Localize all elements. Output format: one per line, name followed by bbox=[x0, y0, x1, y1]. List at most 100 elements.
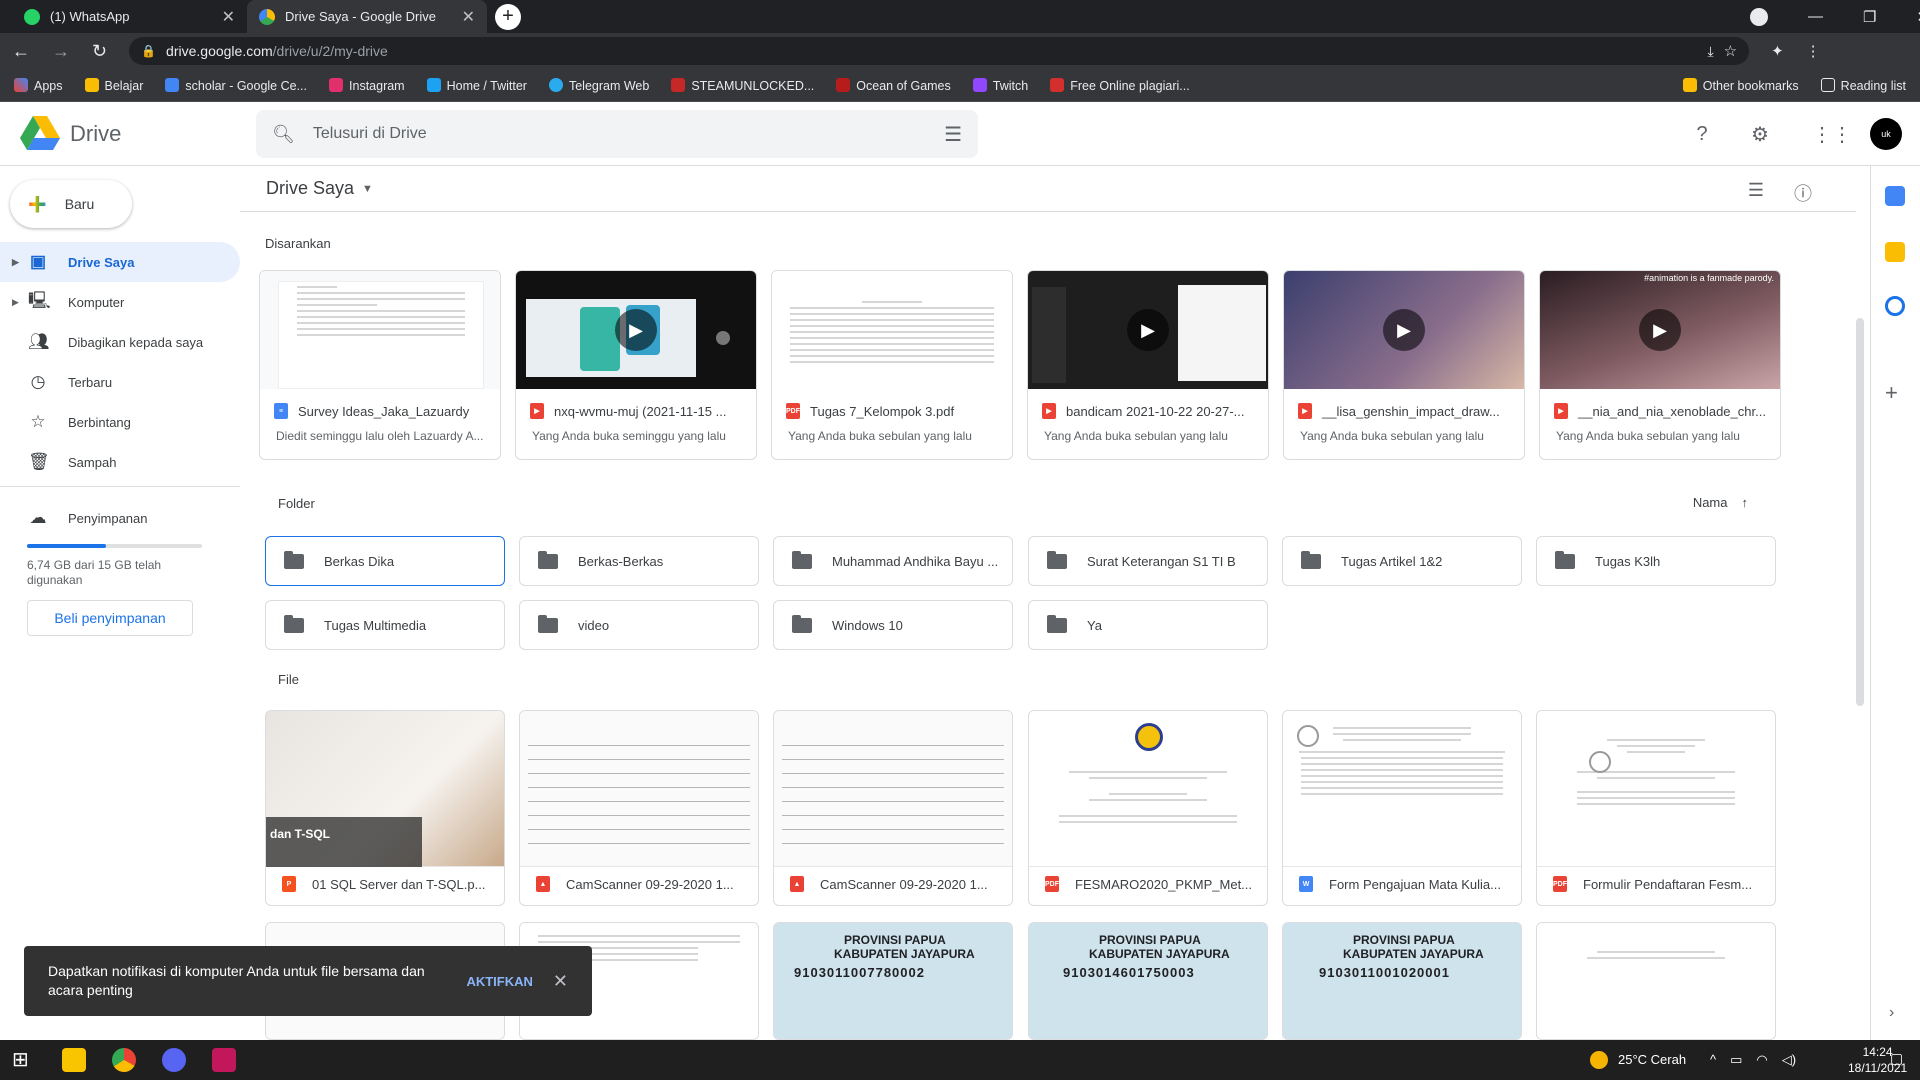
search-icon[interactable]: 🔍︎ bbox=[272, 124, 295, 145]
extensions-icon[interactable]: ✦ bbox=[1771, 42, 1784, 60]
bookmark-scholar[interactable]: scholar - Google Ce... bbox=[165, 77, 307, 93]
battery-icon[interactable]: ▭ bbox=[1730, 1052, 1742, 1068]
folder-item[interactable]: Surat Keterangan S1 TI B bbox=[1028, 536, 1268, 586]
folder-item[interactable]: Tugas Multimedia bbox=[265, 600, 505, 650]
enable-notifications-button[interactable]: AKTIFKAN bbox=[466, 974, 532, 989]
bookmark-twitter[interactable]: Home / Twitter bbox=[426, 77, 527, 93]
vivaldi-icon[interactable] bbox=[212, 1048, 236, 1072]
new-tab-button[interactable]: + bbox=[495, 4, 521, 30]
bookmark-apps[interactable]: Apps bbox=[14, 77, 63, 93]
chrome-icon[interactable] bbox=[112, 1048, 136, 1072]
volume-icon[interactable]: ◁) bbox=[1782, 1052, 1796, 1068]
close-icon[interactable]: ✕ bbox=[553, 971, 568, 992]
expand-panel-icon[interactable]: › bbox=[1889, 1004, 1894, 1022]
file-card[interactable]: W Form Pengajuan Mata Kulia... bbox=[1282, 710, 1522, 906]
bookmark-belajar[interactable]: Belajar bbox=[84, 77, 143, 93]
sort-control[interactable]: Nama ↑ bbox=[1693, 495, 1748, 510]
file-card[interactable]: PROVINSI PAPUA KABUPATEN JAYAPURA 910301… bbox=[773, 922, 1013, 1040]
sidebar-item-starred[interactable]: ☆ Berbintang bbox=[0, 402, 240, 442]
reload-icon[interactable]: ↻ bbox=[92, 41, 107, 62]
bookmark-twitch[interactable]: Twitch bbox=[972, 77, 1028, 93]
back-icon[interactable]: ← bbox=[12, 41, 30, 62]
sort-arrow-up-icon[interactable]: ↑ bbox=[1742, 495, 1749, 510]
dropdown-arrow-icon[interactable]: ▼ bbox=[362, 183, 373, 195]
suggested-card[interactable]: ≡ Survey Ideas_Jaka_Lazuardy Diedit semin… bbox=[259, 270, 501, 460]
folder-item[interactable]: Berkas Dika bbox=[265, 536, 505, 586]
apps-grid-icon[interactable]: ⋮⋮ bbox=[1812, 114, 1852, 154]
tab-google-drive[interactable]: Drive Saya - Google Drive ✕ bbox=[247, 0, 487, 33]
settings-gear-icon[interactable]: ⚙ bbox=[1740, 114, 1780, 154]
wifi-icon[interactable]: ◠ bbox=[1756, 1052, 1767, 1068]
bookmark-ocean-of-games[interactable]: Ocean of Games bbox=[836, 77, 951, 93]
other-bookmarks[interactable]: Other bookmarks bbox=[1682, 77, 1799, 93]
folder-item[interactable]: Ya bbox=[1028, 600, 1268, 650]
sidebar-item-my-drive[interactable]: ▶ ▣ Drive Saya bbox=[0, 242, 240, 282]
sidebar-item-computers[interactable]: ▶ 🖳 Komputer bbox=[0, 282, 240, 322]
close-window-icon[interactable]: ✕ bbox=[1916, 8, 1920, 26]
folder-item[interactable]: Muhammad Andhika Bayu ... bbox=[773, 536, 1013, 586]
reading-list[interactable]: Reading list bbox=[1820, 77, 1906, 93]
file-card[interactable]: ▲ CamScanner 09-29-2020 1... bbox=[519, 710, 759, 906]
search-options-icon[interactable]: ☰ bbox=[944, 122, 962, 147]
file-card[interactable]: dan T-SQL P 01 SQL Server dan T-SQL.p... bbox=[265, 710, 505, 906]
bookmark-star-icon[interactable]: ☆ bbox=[1724, 42, 1737, 60]
suggested-card[interactable]: #animation is a fanmade parody. ▶ ▶ __nia… bbox=[1539, 270, 1781, 460]
close-tab-icon[interactable]: ✕ bbox=[222, 7, 235, 27]
new-button[interactable]: + Baru bbox=[10, 180, 132, 228]
restore-icon[interactable]: ❐ bbox=[1863, 8, 1876, 26]
add-addon-icon[interactable]: + bbox=[1885, 380, 1898, 406]
sidebar-item-shared[interactable]: 👥︎ Dibagikan kepada saya bbox=[0, 322, 240, 362]
folder-item[interactable]: Tugas Artikel 1&2 bbox=[1282, 536, 1522, 586]
folder-item[interactable]: Tugas K3lh bbox=[1536, 536, 1776, 586]
file-card[interactable]: PDF Formulir Pendaftaran Fesm... bbox=[1536, 710, 1776, 906]
bookmark-telegram[interactable]: Telegram Web bbox=[548, 77, 649, 93]
sidebar-item-storage[interactable]: ☁ Penyimpanan bbox=[0, 498, 240, 538]
menu-icon[interactable]: ⋮ bbox=[1806, 42, 1821, 60]
file-card[interactable]: ▲ CamScanner 09-29-2020 1... bbox=[773, 710, 1013, 906]
bookmark-instagram[interactable]: Instagram bbox=[329, 77, 405, 93]
file-card[interactable] bbox=[1536, 922, 1776, 1040]
buy-storage-button[interactable]: Beli penyimpanan bbox=[27, 600, 193, 636]
discord-icon[interactable] bbox=[162, 1048, 186, 1072]
tray-chevron-icon[interactable]: ^ bbox=[1710, 1052, 1716, 1068]
sidebar-item-trash[interactable]: 🗑︎ Sampah bbox=[0, 442, 240, 482]
info-icon[interactable]: ⓘ bbox=[1794, 180, 1812, 206]
url-bar[interactable]: 🔒 drive.google.com/drive/u/2/my-drive ⤓ … bbox=[129, 37, 1750, 65]
suggested-card[interactable]: ▶ ▶ nxq-wvmu-muj (2021-11-15 ... Yang And… bbox=[515, 270, 757, 460]
help-icon[interactable]: ? bbox=[1682, 114, 1722, 154]
sidebar-item-recent[interactable]: ◷ Terbaru bbox=[0, 362, 240, 402]
file-card[interactable]: PDF FESMARO2020_PKMP_Met... bbox=[1028, 710, 1268, 906]
suggested-card[interactable]: ▶ ▶ bandicam 2021-10-22 20-27-... Yang An… bbox=[1027, 270, 1269, 460]
search-box[interactable]: 🔍︎ Telusuri di Drive ☰ bbox=[256, 110, 978, 158]
folder-item[interactable]: Berkas-Berkas bbox=[519, 536, 759, 586]
weather-text[interactable]: 25°C Cerah bbox=[1618, 1052, 1686, 1067]
bookmark-plagiarism[interactable]: Free Online plagiari... bbox=[1050, 77, 1190, 93]
tasks-icon[interactable] bbox=[1885, 296, 1905, 316]
suggested-card[interactable]: ▶ ▶ __lisa_genshin_impact_draw... Yang An… bbox=[1283, 270, 1525, 460]
avatar[interactable]: uk bbox=[1870, 118, 1902, 150]
folder-item[interactable]: video bbox=[519, 600, 759, 650]
drive-logo[interactable]: Drive bbox=[20, 116, 121, 152]
weather-sun-icon[interactable] bbox=[1590, 1051, 1608, 1069]
keep-icon[interactable] bbox=[1885, 242, 1905, 262]
windows-start-icon[interactable]: ⊞ bbox=[12, 1048, 36, 1072]
expand-caret-icon[interactable]: ▶ bbox=[12, 257, 19, 268]
forward-icon[interactable]: → bbox=[52, 41, 70, 62]
file-explorer-icon[interactable] bbox=[62, 1048, 86, 1072]
notification-center-icon[interactable]: ▢ bbox=[1890, 1050, 1903, 1067]
file-card[interactable]: PROVINSI PAPUA KABUPATEN JAYAPURA 910301… bbox=[1282, 922, 1522, 1040]
expand-caret-icon[interactable]: ▶ bbox=[12, 297, 19, 308]
file-card[interactable]: PROVINSI PAPUA KABUPATEN JAYAPURA 910301… bbox=[1028, 922, 1268, 1040]
calendar-icon[interactable] bbox=[1885, 186, 1905, 206]
profile-icon[interactable] bbox=[1750, 7, 1768, 26]
install-icon[interactable]: ⤓ bbox=[1707, 43, 1713, 60]
tab-whatsapp[interactable]: (1) WhatsApp ✕ bbox=[12, 0, 247, 33]
minimize-icon[interactable]: — bbox=[1808, 8, 1823, 25]
close-tab-icon[interactable]: ✕ bbox=[462, 7, 475, 27]
breadcrumb[interactable]: Drive Saya ▼ bbox=[266, 178, 373, 199]
folder-item[interactable]: Windows 10 bbox=[773, 600, 1013, 650]
scrollbar[interactable] bbox=[1856, 318, 1864, 706]
bookmark-steamunlocked[interactable]: STEAMUNLOCKED... bbox=[671, 77, 814, 93]
list-view-icon[interactable]: ☰ bbox=[1748, 180, 1764, 206]
suggested-card[interactable]: PDF Tugas 7_Kelompok 3.pdf Yang Anda buka… bbox=[771, 270, 1013, 460]
